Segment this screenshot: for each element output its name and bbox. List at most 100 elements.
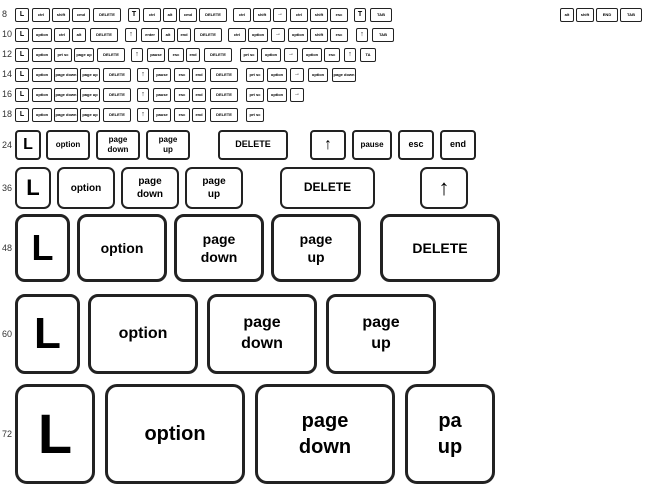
key-esc[interactable]: esc: [174, 88, 190, 102]
key-delete[interactable]: DELETE: [204, 48, 232, 62]
key-end[interactable]: end: [440, 130, 476, 160]
key-ta[interactable]: TA: [360, 48, 376, 62]
key-option[interactable]: option: [32, 88, 52, 102]
key-↑[interactable]: ↑: [420, 167, 468, 209]
key-shift[interactable]: shift: [310, 28, 328, 42]
key-page-up[interactable]: page up: [80, 88, 100, 102]
key-option[interactable]: option: [288, 28, 308, 42]
key-esc[interactable]: esc: [174, 68, 190, 82]
key-option[interactable]: option: [57, 167, 115, 209]
key-→[interactable]: →: [273, 8, 287, 22]
key-l[interactable]: L: [15, 68, 29, 82]
key-l[interactable]: L: [15, 294, 80, 374]
key-delete[interactable]: DELETE: [218, 130, 288, 160]
key-l[interactable]: L: [15, 8, 29, 22]
key-prt-sc[interactable]: prt sc: [246, 108, 264, 122]
key-delete[interactable]: DELETE: [210, 108, 238, 122]
key-t[interactable]: T: [354, 8, 366, 22]
key-delete[interactable]: DELETE: [103, 108, 131, 122]
key-page-down[interactable]: page down: [96, 130, 140, 160]
key-delete[interactable]: DELETE: [280, 167, 375, 209]
key-tab[interactable]: TAB: [620, 8, 642, 22]
key-l[interactable]: L: [15, 28, 29, 42]
key-shift[interactable]: shift: [576, 8, 594, 22]
key-option[interactable]: option: [88, 294, 198, 374]
key-option[interactable]: option: [32, 28, 52, 42]
key-end[interactable]: END: [596, 8, 618, 22]
key-↑[interactable]: ↑: [356, 28, 368, 42]
key-option[interactable]: option: [261, 48, 281, 62]
key-enter[interactable]: enter: [141, 28, 159, 42]
key-option[interactable]: option: [308, 68, 328, 82]
key-pause[interactable]: pause: [352, 130, 392, 160]
key-option[interactable]: option: [32, 68, 52, 82]
key-↑[interactable]: ↑: [310, 130, 346, 160]
key-shift[interactable]: shift: [52, 8, 70, 22]
key-end[interactable]: end: [186, 48, 200, 62]
key-→[interactable]: →: [290, 68, 304, 82]
key-esc[interactable]: esc: [324, 48, 340, 62]
key-cmd[interactable]: cmd: [72, 8, 90, 22]
key-↑[interactable]: ↑: [137, 68, 149, 82]
key-tab[interactable]: TAB: [372, 28, 394, 42]
key-pause[interactable]: pause: [153, 88, 171, 102]
key-page-up[interactable]: page up: [80, 108, 100, 122]
key-l[interactable]: L: [15, 167, 51, 209]
key-page-down[interactable]: page down: [54, 108, 78, 122]
key-option[interactable]: option: [32, 108, 52, 122]
key-delete[interactable]: DELETE: [199, 8, 227, 22]
key-option[interactable]: option: [267, 88, 287, 102]
key-delete[interactable]: DELETE: [210, 68, 238, 82]
key-option[interactable]: option: [105, 384, 245, 484]
key-↑[interactable]: ↑: [125, 28, 137, 42]
key-delete[interactable]: DELETE: [90, 28, 118, 42]
key-prt-sc[interactable]: prt sc: [246, 88, 264, 102]
key-page-down[interactable]: page down: [332, 68, 356, 82]
key-option[interactable]: option: [46, 130, 90, 160]
key-pause[interactable]: pause: [147, 48, 165, 62]
key-→[interactable]: →: [290, 88, 304, 102]
key-↑[interactable]: ↑: [131, 48, 143, 62]
key-end[interactable]: end: [192, 68, 206, 82]
key-page-down[interactable]: page down: [174, 214, 264, 282]
key-esc[interactable]: esc: [330, 8, 348, 22]
key-pause[interactable]: pause: [153, 108, 171, 122]
key-l[interactable]: L: [15, 384, 95, 484]
key-end[interactable]: end: [177, 28, 191, 42]
key-delete[interactable]: DELETE: [103, 88, 131, 102]
key-delete[interactable]: DELETE: [210, 88, 238, 102]
key-→[interactable]: →: [271, 28, 285, 42]
key-l[interactable]: L: [15, 108, 29, 122]
key-option[interactable]: option: [32, 48, 52, 62]
key-page-up[interactable]: page up: [80, 68, 100, 82]
key-delete[interactable]: DELETE: [380, 214, 500, 282]
key-delete[interactable]: DELETE: [103, 68, 131, 82]
key-ctrl[interactable]: ctrl: [228, 28, 246, 42]
key-page-down[interactable]: page down: [121, 167, 179, 209]
key-page-up[interactable]: page up: [185, 167, 243, 209]
key-option[interactable]: option: [77, 214, 167, 282]
key-prt-sc[interactable]: prt sc: [246, 68, 264, 82]
key-l[interactable]: L: [15, 48, 29, 62]
key-↑[interactable]: ↑: [344, 48, 356, 62]
key-esc[interactable]: esc: [330, 28, 348, 42]
key-end[interactable]: end: [192, 108, 206, 122]
key-pa-up[interactable]: pa up: [405, 384, 495, 484]
key-tab[interactable]: TAB: [370, 8, 392, 22]
key-→[interactable]: →: [284, 48, 298, 62]
key-option[interactable]: option: [302, 48, 322, 62]
key-shift[interactable]: shift: [253, 8, 271, 22]
key-alt[interactable]: alt: [560, 8, 574, 22]
key-ctrl[interactable]: ctrl: [233, 8, 251, 22]
key-ctrl[interactable]: ctrl: [54, 28, 70, 42]
key-page-down[interactable]: page down: [54, 68, 78, 82]
key-page-down[interactable]: page down: [54, 88, 78, 102]
key-page-down[interactable]: page down: [255, 384, 395, 484]
key-option[interactable]: option: [267, 68, 287, 82]
key-alt[interactable]: alt: [72, 28, 86, 42]
key-delete[interactable]: DELETE: [97, 48, 125, 62]
key-pause[interactable]: pause: [153, 68, 171, 82]
key-page-up[interactable]: page up: [146, 130, 190, 160]
key-prt-sc[interactable]: prt sc: [54, 48, 72, 62]
key-↑[interactable]: ↑: [137, 88, 149, 102]
